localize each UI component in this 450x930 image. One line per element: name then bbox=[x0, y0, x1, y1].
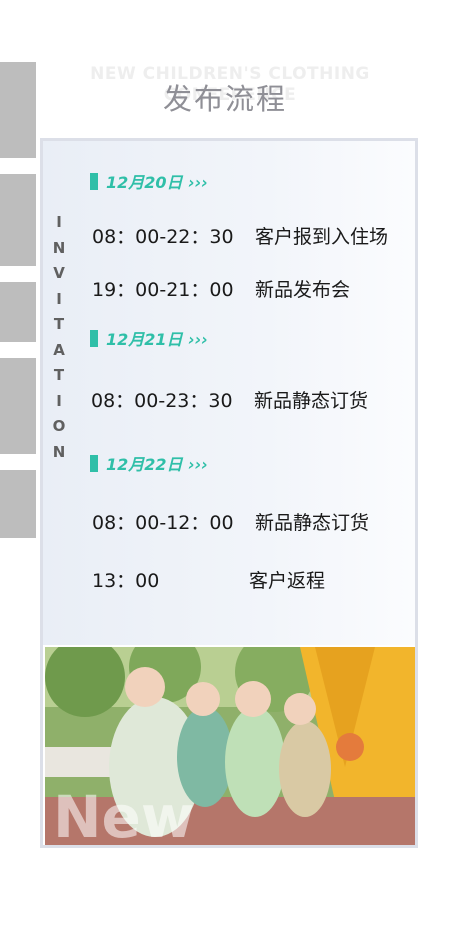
schedule-time: 08：00-12：00 bbox=[92, 512, 234, 534]
vertical-letter: V bbox=[53, 264, 65, 282]
date-marker-bar bbox=[90, 454, 98, 472]
schedule-time: 08：00-22：30 bbox=[92, 226, 234, 248]
background-graphic-letters bbox=[0, 62, 36, 538]
vertical-letter: A bbox=[53, 340, 65, 359]
vertical-letter: O bbox=[52, 417, 66, 435]
vertical-letter: I bbox=[56, 391, 62, 410]
vertical-letter: T bbox=[53, 366, 65, 384]
children-group-photo: New bbox=[45, 647, 415, 845]
vertical-letter: N bbox=[52, 442, 66, 461]
schedule-event: 客户返程 bbox=[249, 570, 326, 592]
vertical-letter: T bbox=[53, 315, 65, 333]
schedule-event: 新品静态订货 bbox=[254, 390, 369, 412]
schedule-time: 19：00-21：00 bbox=[92, 279, 234, 301]
date-marker-bar bbox=[90, 329, 98, 347]
date-label: 12月20日 ››› bbox=[106, 173, 208, 192]
date-marker-bar bbox=[90, 172, 98, 190]
date-label: 12月22日 ››› bbox=[106, 455, 208, 474]
page-title: 发布流程 bbox=[162, 82, 287, 116]
date-badge-day3: 12月22日 ››› bbox=[90, 453, 208, 474]
schedule-time: 13：00 bbox=[92, 570, 160, 592]
schedule-event: 新品静态订货 bbox=[255, 512, 370, 534]
date-badge-day1: 12月20日 ››› bbox=[90, 171, 208, 192]
schedule-event: 新品发布会 bbox=[255, 279, 351, 301]
date-label: 12月21日 ››› bbox=[106, 330, 208, 349]
vertical-letter: I bbox=[56, 213, 62, 231]
vertical-letter: N bbox=[52, 238, 66, 257]
schedule-time: 08：00-23：30 bbox=[91, 390, 233, 412]
date-badge-day2: 12月21日 ››› bbox=[90, 328, 208, 349]
schedule-event: 客户报到入住场 bbox=[255, 226, 389, 248]
vertical-invitation-text: INVITATION bbox=[48, 210, 70, 465]
vertical-letter: I bbox=[56, 289, 62, 308]
photo-overlay-text: New bbox=[53, 783, 194, 845]
